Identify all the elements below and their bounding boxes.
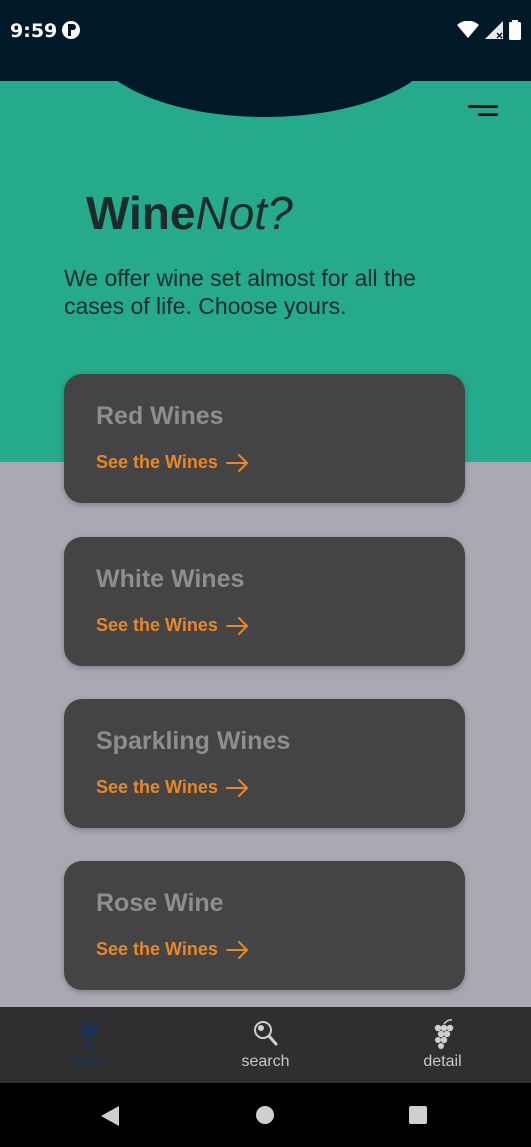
arrow-right-icon <box>225 453 248 472</box>
nav-label: main <box>71 1053 106 1070</box>
link-label: See the Wines <box>96 615 218 635</box>
wifi-icon <box>457 20 479 44</box>
card-red-wines[interactable]: Red Wines See the Wines <box>64 374 465 503</box>
card-title: White Wines <box>96 565 245 593</box>
hero-notch <box>90 81 440 117</box>
menu-button[interactable] <box>462 103 498 123</box>
card-title: Rose Wine <box>96 889 224 917</box>
nav-item-search[interactable]: search <box>177 1007 354 1083</box>
nav-label: search <box>241 1053 290 1070</box>
home-icon[interactable] <box>255 1105 275 1125</box>
link-label: See the Wines <box>96 452 218 472</box>
menu-line <box>478 113 498 116</box>
card-title: Red Wines <box>96 402 224 430</box>
see-wines-link[interactable]: See the Wines <box>96 452 250 473</box>
recents-icon[interactable] <box>408 1105 428 1125</box>
card-sparkling-wines[interactable]: Sparkling Wines See the Wines <box>64 699 465 828</box>
grapes-icon <box>434 1019 453 1049</box>
nav-label: detail <box>423 1053 462 1070</box>
card-rose-wine[interactable]: Rose Wine See the Wines <box>64 861 465 990</box>
see-wines-link[interactable]: See the Wines <box>96 939 250 960</box>
wine-glass-icon <box>80 1019 97 1047</box>
signal-icon <box>485 21 503 44</box>
card-title: Sparkling Wines <box>96 727 291 755</box>
status-bar: 9:59 <box>0 0 531 81</box>
card-white-wines[interactable]: White Wines See the Wines <box>64 537 465 666</box>
brand-logo: WineNot? <box>86 186 293 240</box>
magnifier-icon <box>253 1021 277 1046</box>
see-wines-link[interactable]: See the Wines <box>96 615 250 636</box>
brand-italic: Not? <box>195 187 293 239</box>
nav-item-detail[interactable]: detail <box>354 1007 531 1083</box>
back-icon[interactable] <box>100 1105 120 1127</box>
status-time: 9:59 <box>10 20 58 42</box>
arrow-right-icon <box>225 778 248 797</box>
bottom-nav: main search detail <box>0 1007 531 1083</box>
brand-bold: Wine <box>86 187 196 239</box>
see-wines-link[interactable]: See the Wines <box>96 777 250 798</box>
link-label: See the Wines <box>96 939 218 959</box>
tagline: We offer wine set almost for all the cas… <box>64 265 416 319</box>
battery-icon <box>509 20 521 45</box>
link-label: See the Wines <box>96 777 218 797</box>
arrow-right-icon <box>225 616 248 635</box>
nav-item-main[interactable]: main <box>0 1007 177 1083</box>
arrow-right-icon <box>225 940 248 959</box>
system-nav-bar <box>0 1083 531 1147</box>
app-notification-icon <box>61 20 81 40</box>
status-indicators <box>457 20 521 45</box>
menu-line <box>468 105 498 108</box>
